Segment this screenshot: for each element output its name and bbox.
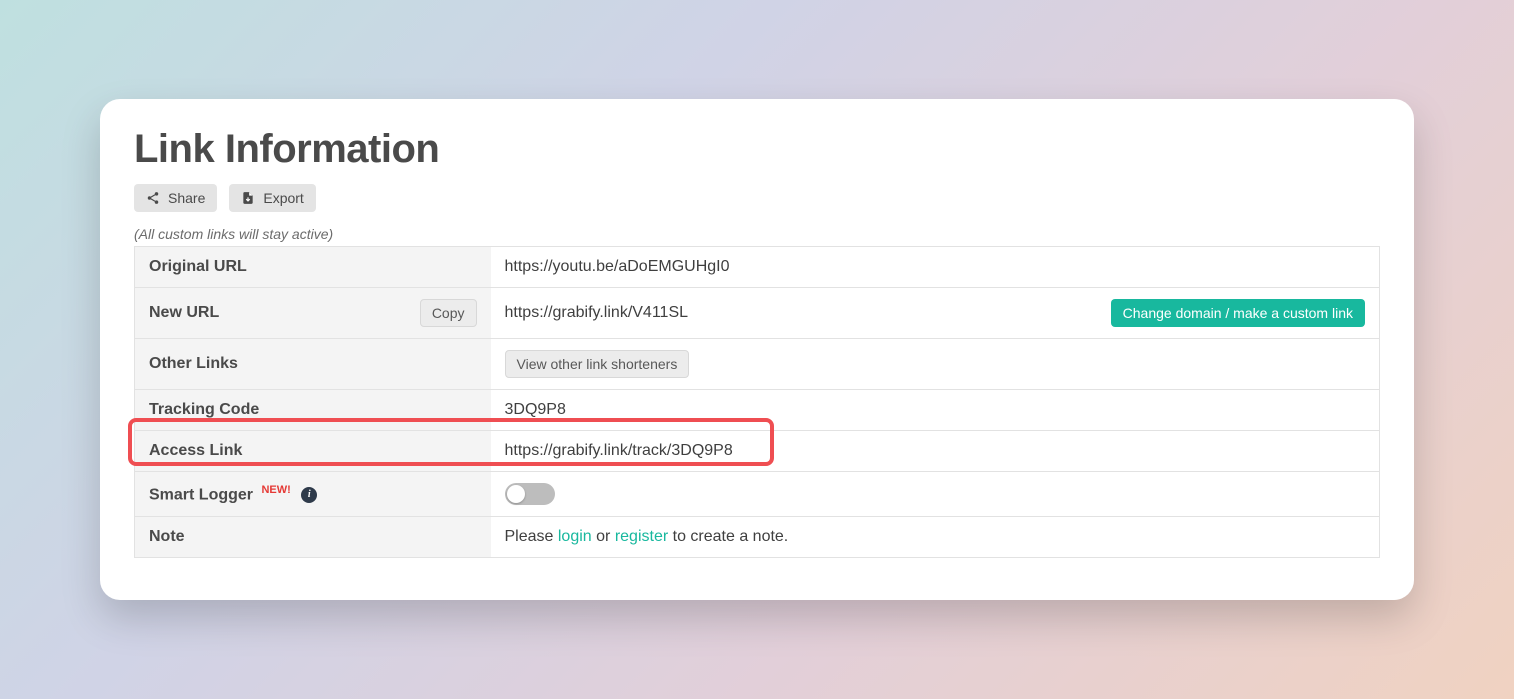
row-original-url: Original URL https://youtu.be/aDoEMGUHgI… [135,247,1380,288]
row-tracking-code: Tracking Code 3DQ9P8 [135,390,1380,431]
row-access-link: Access Link https://grabify.link/track/3… [135,431,1380,472]
label-tracking-code: Tracking Code [135,390,491,431]
label-original-url: Original URL [135,247,491,288]
value-other-links: View other link shorteners [491,339,1380,390]
row-note: Note Please login or register to create … [135,517,1380,558]
note-middle: or [592,528,615,545]
label-smart-logger: Smart Logger NEW! i [135,472,491,517]
row-smart-logger: Smart Logger NEW! i [135,472,1380,517]
row-new-url: New URL Copy https://grabify.link/V411SL… [135,288,1380,339]
share-button-label: Share [168,190,205,206]
link-information-card: Link Information Share Export (All custo… [100,99,1414,600]
note-before: Please [505,528,558,545]
register-link[interactable]: register [615,528,668,545]
value-new-url-cell: https://grabify.link/V411SL Change domai… [491,288,1380,339]
label-note: Note [135,517,491,558]
new-badge: NEW! [261,484,290,496]
label-new-url-text: New URL [149,304,219,322]
label-other-links: Other Links [135,339,491,390]
change-domain-button[interactable]: Change domain / make a custom link [1111,299,1365,327]
info-table-wrapper: Original URL https://youtu.be/aDoEMGUHgI… [134,246,1380,558]
note-after: to create a note. [668,528,788,545]
value-tracking-code: 3DQ9P8 [491,390,1380,431]
label-access-link: Access Link [135,431,491,472]
export-button-label: Export [263,190,303,206]
toolbar: Share Export [134,184,1380,212]
page-title: Link Information [134,127,1380,172]
value-access-link: https://grabify.link/track/3DQ9P8 [491,431,1380,472]
value-original-url: https://youtu.be/aDoEMGUHgI0 [491,247,1380,288]
row-other-links: Other Links View other link shorteners [135,339,1380,390]
toggle-knob [507,485,525,503]
copy-button[interactable]: Copy [420,299,477,327]
share-icon [146,191,160,205]
subnote: (All custom links will stay active) [134,226,1380,242]
label-smart-logger-text: Smart Logger [149,486,253,503]
export-icon [241,191,255,205]
smart-logger-toggle[interactable] [505,483,555,505]
info-table: Original URL https://youtu.be/aDoEMGUHgI… [134,246,1380,558]
value-smart-logger [491,472,1380,517]
value-note: Please login or register to create a not… [491,517,1380,558]
info-icon[interactable]: i [301,487,317,503]
view-other-shorteners-button[interactable]: View other link shorteners [505,350,690,378]
value-new-url: https://grabify.link/V411SL [505,304,689,322]
share-button[interactable]: Share [134,184,217,212]
login-link[interactable]: login [558,528,592,545]
export-button[interactable]: Export [229,184,315,212]
label-new-url: New URL Copy [135,288,491,339]
